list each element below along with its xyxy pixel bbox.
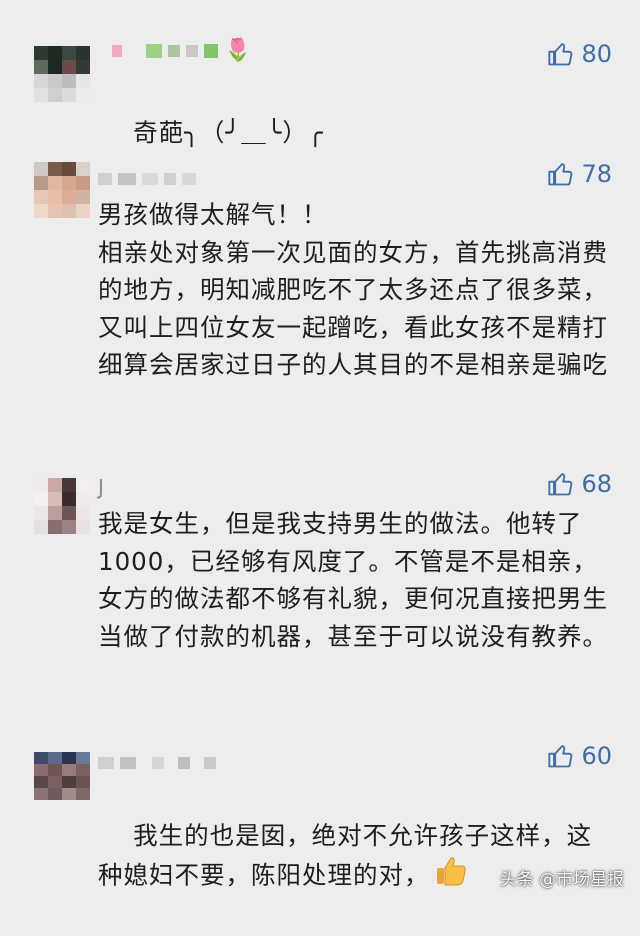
thumbs-up-emoji-icon — [434, 854, 468, 899]
like-count: 60 — [581, 742, 612, 770]
nickname-blurred — [98, 752, 216, 774]
like-button[interactable]: 60 — [547, 740, 612, 772]
nickname[interactable] — [98, 752, 216, 774]
comment-text: 我生的也是囡，绝对不允许孩子这样，这种媳妇不要，陈阳处理的对， — [98, 779, 608, 936]
comment-item: 60 我生的也是囡，绝对不允许孩子这样，这种媳妇不要，陈阳处理的对， — [0, 0, 640, 902]
watermark: 头条 @市场星报 — [499, 870, 624, 890]
thumb-up-icon — [548, 745, 573, 768]
avatar[interactable] — [34, 752, 90, 800]
